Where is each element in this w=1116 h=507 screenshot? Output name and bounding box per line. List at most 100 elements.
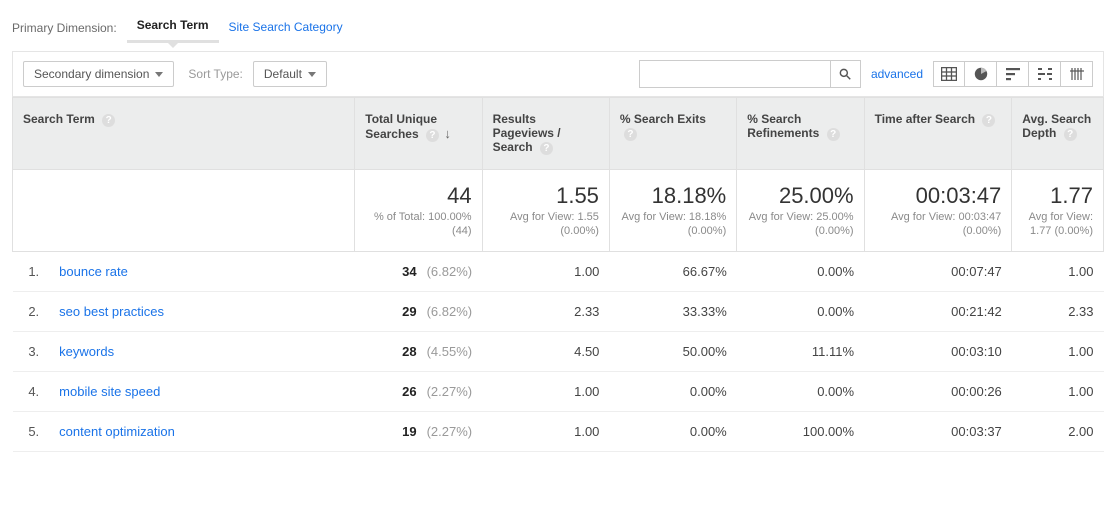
- row-rank: 1.: [13, 251, 50, 291]
- row-exits: 50.00%: [609, 331, 736, 371]
- row-depth: 1.00: [1012, 371, 1104, 411]
- col-header-total-unique-searches[interactable]: Total Unique Searches ? ↓: [355, 98, 482, 170]
- summary-value: 25.00%: [747, 184, 853, 208]
- sort-type-label: Sort Type:: [188, 67, 242, 81]
- help-icon[interactable]: ?: [827, 128, 840, 141]
- summary-sub: Avg for View: 18.18% (0.00%): [620, 210, 726, 239]
- row-time-after: 00:03:10: [864, 331, 1012, 371]
- view-comparison-button[interactable]: [1029, 61, 1061, 87]
- help-icon[interactable]: ?: [540, 142, 553, 155]
- view-pie-chart-button[interactable]: [965, 61, 997, 87]
- row-pageviews: 1.00: [482, 411, 609, 451]
- view-mode-strip: [933, 61, 1093, 87]
- row-refinements: 0.00%: [737, 371, 864, 411]
- advanced-link[interactable]: advanced: [871, 67, 923, 81]
- search-input[interactable]: [640, 62, 830, 86]
- table-row: 1. bounce rate 34(6.82%) 1.00 66.67% 0.0…: [13, 251, 1104, 291]
- summary-pageviews: 1.55 Avg for View: 1.55 (0.00%): [482, 170, 609, 252]
- table-row: 2. seo best practices 29(6.82%) 2.33 33.…: [13, 291, 1104, 331]
- col-header-label: Search Term: [23, 112, 95, 126]
- summary-row: 44 % of Total: 100.00% (44) 1.55 Avg for…: [13, 170, 1104, 252]
- col-header-search-refinements[interactable]: % Search Refinements ?: [737, 98, 864, 170]
- summary-value: 18.18%: [620, 184, 726, 208]
- table-row: 3. keywords 28(4.55%) 4.50 50.00% 11.11%…: [13, 331, 1104, 371]
- row-rank: 3.: [13, 331, 50, 371]
- summary-sub: Avg for View: 25.00% (0.00%): [747, 210, 853, 239]
- term-link[interactable]: mobile site speed: [59, 384, 160, 399]
- sort-type-dropdown[interactable]: Default: [253, 61, 327, 87]
- primary-dimension-label: Primary Dimension:: [12, 21, 117, 35]
- row-pageviews: 4.50: [482, 331, 609, 371]
- row-refinements: 100.00%: [737, 411, 864, 451]
- row-term: bounce rate: [49, 251, 355, 291]
- row-depth: 2.33: [1012, 291, 1104, 331]
- secondary-dimension-dropdown[interactable]: Secondary dimension: [23, 61, 174, 87]
- row-exits: 0.00%: [609, 411, 736, 451]
- tab-site-search-category[interactable]: Site Search Category: [219, 14, 353, 42]
- view-performance-button[interactable]: [997, 61, 1029, 87]
- row-refinements: 11.11%: [737, 331, 864, 371]
- search-icon: [838, 67, 852, 81]
- view-data-table-button[interactable]: [933, 61, 965, 87]
- row-rank: 5.: [13, 411, 50, 451]
- row-depth: 2.00: [1012, 411, 1104, 451]
- search-terms-table: Search Term ? Total Unique Searches ? ↓ …: [12, 97, 1104, 452]
- help-icon[interactable]: ?: [624, 128, 637, 141]
- view-pivot-button[interactable]: [1061, 61, 1093, 87]
- row-depth: 1.00: [1012, 331, 1104, 371]
- summary-exits: 18.18% Avg for View: 18.18% (0.00%): [609, 170, 736, 252]
- summary-sub: Avg for View: 1.77 (0.00%): [1022, 210, 1093, 239]
- summary-value: 00:03:47: [875, 184, 1002, 208]
- col-header-time-after-search[interactable]: Time after Search ?: [864, 98, 1012, 170]
- summary-refinements: 25.00% Avg for View: 25.00% (0.00%): [737, 170, 864, 252]
- tab-search-term[interactable]: Search Term: [127, 12, 219, 43]
- row-time-after: 00:21:42: [864, 291, 1012, 331]
- help-icon[interactable]: ?: [982, 114, 995, 127]
- summary-unique: 44 % of Total: 100.00% (44): [355, 170, 482, 252]
- help-icon[interactable]: ?: [1064, 128, 1077, 141]
- caret-down-icon: [155, 72, 163, 77]
- col-header-label: Avg. Search Depth: [1022, 112, 1091, 140]
- row-pageviews: 2.33: [482, 291, 609, 331]
- search-button[interactable]: [830, 61, 860, 87]
- help-icon[interactable]: ?: [102, 114, 115, 127]
- summary-value: 1.77: [1022, 184, 1093, 208]
- row-time-after: 00:00:26: [864, 371, 1012, 411]
- row-unique: 34(6.82%): [355, 251, 482, 291]
- sort-type-value: Default: [264, 67, 302, 81]
- row-rank: 2.: [13, 291, 50, 331]
- col-header-label: % Search Refinements: [747, 112, 819, 140]
- col-header-search-term[interactable]: Search Term ?: [13, 98, 355, 170]
- row-time-after: 00:03:37: [864, 411, 1012, 451]
- row-term: content optimization: [49, 411, 355, 451]
- col-header-search-exits[interactable]: % Search Exits ?: [609, 98, 736, 170]
- caret-down-icon: [308, 72, 316, 77]
- table-row: 5. content optimization 19(2.27%) 1.00 0…: [13, 411, 1104, 451]
- term-link[interactable]: content optimization: [59, 424, 175, 439]
- row-term: keywords: [49, 331, 355, 371]
- primary-dimension-tabs: Primary Dimension: Search Term Site Sear…: [12, 8, 1104, 43]
- sort-descending-icon: ↓: [444, 126, 451, 141]
- row-unique: 29(6.82%): [355, 291, 482, 331]
- row-refinements: 0.00%: [737, 251, 864, 291]
- bars-horizontal-icon: [1005, 67, 1021, 81]
- term-link[interactable]: keywords: [59, 344, 114, 359]
- row-rank: 4.: [13, 371, 50, 411]
- row-term: seo best practices: [49, 291, 355, 331]
- row-exits: 0.00%: [609, 371, 736, 411]
- col-header-results-pageviews[interactable]: Results Pageviews / Search ?: [482, 98, 609, 170]
- row-pageviews: 1.00: [482, 251, 609, 291]
- col-header-avg-search-depth[interactable]: Avg. Search Depth ?: [1012, 98, 1104, 170]
- pie-chart-icon: [973, 66, 989, 82]
- row-exits: 33.33%: [609, 291, 736, 331]
- term-link[interactable]: bounce rate: [59, 264, 128, 279]
- pivot-icon: [1069, 67, 1085, 81]
- controls-row: Secondary dimension Sort Type: Default a…: [12, 51, 1104, 97]
- summary-sub: % of Total: 100.00% (44): [365, 210, 471, 239]
- help-icon[interactable]: ?: [426, 129, 439, 142]
- row-unique: 19(2.27%): [355, 411, 482, 451]
- row-refinements: 0.00%: [737, 291, 864, 331]
- summary-sub: Avg for View: 00:03:47 (0.00%): [875, 210, 1002, 239]
- term-link[interactable]: seo best practices: [59, 304, 164, 319]
- row-unique: 26(2.27%): [355, 371, 482, 411]
